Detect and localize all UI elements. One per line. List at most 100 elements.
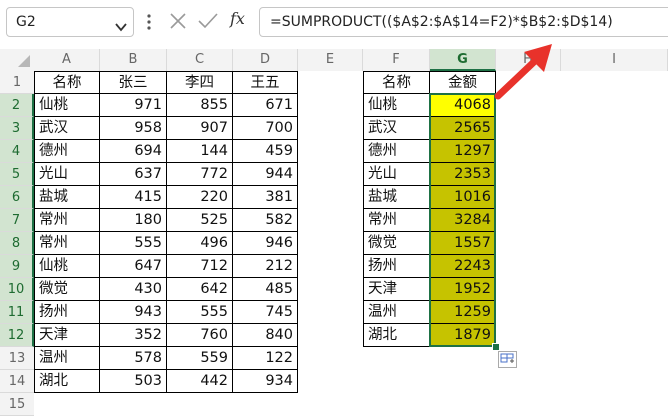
table1-cell[interactable]: 934 (233, 370, 298, 393)
column-header-d[interactable]: D (233, 49, 298, 71)
row-header-15[interactable]: 15 (0, 393, 34, 416)
column-header-b[interactable]: B (100, 49, 167, 71)
table1-cell[interactable]: 仙桃 (34, 94, 100, 117)
table1-cell[interactable]: 湖北 (34, 370, 100, 393)
table1-cell[interactable]: 642 (167, 278, 233, 301)
amount-cell[interactable]: 2353 (430, 163, 496, 186)
table1-cell[interactable]: 559 (167, 347, 233, 370)
table2-cell[interactable]: 德州 (363, 140, 430, 163)
row-header-3[interactable]: 3 (0, 117, 34, 140)
table1-cell[interactable]: 745 (233, 301, 298, 324)
quick-analysis-button[interactable] (498, 351, 517, 368)
table1-cell[interactable]: 946 (233, 232, 298, 255)
table1-header-cell[interactable]: 王五 (233, 71, 298, 94)
table1-cell[interactable]: 天津 (34, 324, 100, 347)
column-header-f[interactable]: F (363, 49, 430, 71)
table2-header-cell[interactable]: 名称 (363, 71, 430, 94)
table1-cell[interactable]: 944 (233, 163, 298, 186)
table1-cell[interactable]: 常州 (34, 209, 100, 232)
table1-cell[interactable]: 840 (233, 324, 298, 347)
table1-cell[interactable]: 694 (100, 140, 167, 163)
table1-header-cell[interactable]: 李四 (167, 71, 233, 94)
confirm-icon[interactable] (197, 11, 219, 35)
table1-cell[interactable]: 647 (100, 255, 167, 278)
table1-cell[interactable]: 712 (167, 255, 233, 278)
chevron-down-icon[interactable] (115, 17, 127, 36)
table1-cell[interactable]: 671 (233, 94, 298, 117)
table1-cell[interactable]: 扬州 (34, 301, 100, 324)
table2-cell[interactable]: 扬州 (363, 255, 430, 278)
table1-cell[interactable]: 555 (100, 232, 167, 255)
table1-cell[interactable]: 555 (167, 301, 233, 324)
table2-cell[interactable]: 湖北 (363, 324, 430, 347)
table1-cell[interactable]: 122 (233, 347, 298, 370)
name-box[interactable]: G2 (6, 7, 134, 37)
row-header-8[interactable]: 8 (0, 232, 34, 255)
insert-function-icon[interactable]: fx (230, 9, 245, 28)
amount-cell[interactable]: 1259 (430, 301, 496, 324)
table1-cell[interactable]: 459 (233, 140, 298, 163)
table1-cell[interactable]: 700 (233, 117, 298, 140)
fill-handle[interactable] (492, 343, 500, 351)
column-header-a[interactable]: A (34, 49, 100, 71)
table1-cell[interactable]: 943 (100, 301, 167, 324)
column-header-e[interactable]: E (298, 49, 363, 71)
table1-cell[interactable]: 442 (167, 370, 233, 393)
table1-cell[interactable]: 578 (100, 347, 167, 370)
table1-cell[interactable]: 855 (167, 94, 233, 117)
table1-cell[interactable]: 220 (167, 186, 233, 209)
table2-cell[interactable]: 微觉 (363, 232, 430, 255)
more-options-icon[interactable] (146, 14, 152, 34)
row-header-10[interactable]: 10 (0, 278, 34, 301)
table1-cell[interactable]: 352 (100, 324, 167, 347)
table1-cell[interactable]: 760 (167, 324, 233, 347)
table1-cell[interactable]: 485 (233, 278, 298, 301)
column-header-c[interactable]: C (167, 49, 233, 71)
table1-cell[interactable]: 武汉 (34, 117, 100, 140)
row-header-14[interactable]: 14 (0, 370, 34, 393)
row-header-4[interactable]: 4 (0, 140, 34, 163)
table1-cell[interactable]: 525 (167, 209, 233, 232)
table1-header-cell[interactable]: 名称 (34, 71, 100, 94)
table1-cell[interactable]: 971 (100, 94, 167, 117)
table1-cell[interactable]: 盐城 (34, 186, 100, 209)
table1-cell[interactable]: 496 (167, 232, 233, 255)
table1-cell[interactable]: 仙桃 (34, 255, 100, 278)
amount-cell[interactable]: 3284 (430, 209, 496, 232)
table2-cell[interactable]: 武汉 (363, 117, 430, 140)
row-header-6[interactable]: 6 (0, 186, 34, 209)
table2-cell[interactable]: 仙桃 (363, 94, 430, 117)
table1-cell[interactable]: 582 (233, 209, 298, 232)
table1-cell[interactable]: 430 (100, 278, 167, 301)
column-header-i[interactable]: I (561, 49, 668, 71)
row-header-2[interactable]: 2 (0, 94, 34, 117)
table1-cell[interactable]: 772 (167, 163, 233, 186)
table1-cell[interactable]: 212 (233, 255, 298, 278)
formula-input[interactable]: =SUMPRODUCT(($A$2:$A$14=F2)*$B$2:$D$14) (259, 7, 668, 37)
cancel-icon[interactable] (168, 11, 188, 35)
table1-cell[interactable]: 180 (100, 209, 167, 232)
row-header-9[interactable]: 9 (0, 255, 34, 278)
table2-cell[interactable]: 天津 (363, 278, 430, 301)
row-header-7[interactable]: 7 (0, 209, 34, 232)
amount-cell[interactable]: 2565 (430, 117, 496, 140)
row-header-5[interactable]: 5 (0, 163, 34, 186)
row-header-12[interactable]: 12 (0, 324, 34, 347)
amount-cell[interactable]: 1297 (430, 140, 496, 163)
amount-cell[interactable]: 1952 (430, 278, 496, 301)
table1-cell[interactable]: 常州 (34, 232, 100, 255)
table2-cell[interactable]: 盐城 (363, 186, 430, 209)
table1-cell[interactable]: 温州 (34, 347, 100, 370)
amount-cell[interactable]: 2243 (430, 255, 496, 278)
table2-cell[interactable]: 光山 (363, 163, 430, 186)
table1-cell[interactable]: 637 (100, 163, 167, 186)
table1-cell[interactable]: 144 (167, 140, 233, 163)
table1-cell[interactable]: 958 (100, 117, 167, 140)
table1-cell[interactable]: 503 (100, 370, 167, 393)
row-header-1[interactable]: 1 (0, 71, 34, 94)
table1-cell[interactable]: 光山 (34, 163, 100, 186)
amount-cell[interactable]: 1016 (430, 186, 496, 209)
row-header-13[interactable]: 13 (0, 347, 34, 370)
amount-cell[interactable]: 1879 (430, 324, 496, 347)
table2-cell[interactable]: 温州 (363, 301, 430, 324)
